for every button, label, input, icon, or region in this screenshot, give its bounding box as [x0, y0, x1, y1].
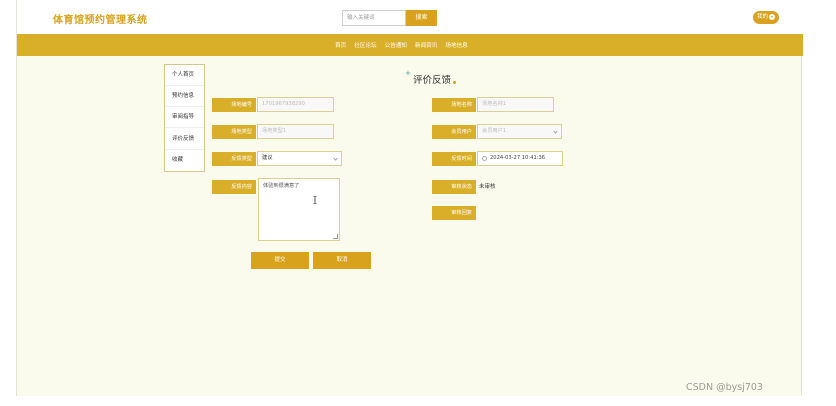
top-bar: 体育馆预约管理系统 搜索 我的 — [17, 0, 803, 34]
feedback-type-label: 反馈类型 — [212, 152, 256, 166]
submit-button[interactable]: 提交 — [251, 252, 309, 269]
member-account-placeholder: 会员用户1 — [482, 128, 507, 134]
venue-type-label: 场地类型 — [212, 125, 256, 139]
feedback-type-value: 建议 — [262, 155, 273, 161]
nav-item-home[interactable]: 首页 — [335, 41, 346, 49]
nav-item-forum[interactable]: 社区论坛 — [354, 41, 376, 49]
sidebar-item-reservations[interactable]: 预约信息 — [165, 86, 204, 107]
feedback-content-value: 体验到很满意了 — [263, 183, 300, 189]
chevron-down-icon — [553, 129, 558, 134]
sidebar-item-feedback[interactable]: 评价反馈 — [165, 129, 204, 150]
user-menu-label: 我的 — [757, 14, 769, 20]
clock-icon — [482, 156, 487, 161]
chevron-down-icon — [333, 156, 338, 161]
venue-number-label: 场地编号 — [212, 98, 256, 112]
chevron-down-icon — [769, 14, 775, 20]
title-dot — [453, 81, 456, 84]
nav-item-venues[interactable]: 场地信息 — [445, 41, 467, 49]
venue-name-label: 场地名称 — [432, 98, 476, 112]
cancel-button[interactable]: 取消 — [313, 252, 371, 269]
sidebar-menu: 个人首页 预约信息 审阅指导 评价反馈 收藏 — [164, 64, 205, 172]
member-account-select[interactable]: 会员用户1 — [477, 124, 562, 139]
user-menu-button[interactable]: 我的 — [753, 11, 779, 24]
sidebar-item-guidance[interactable]: 审阅指导 — [165, 107, 204, 128]
feedback-content-label: 反馈内容 — [212, 180, 256, 194]
search-button[interactable]: 搜索 — [406, 10, 437, 26]
venue-number-field[interactable]: 1701967938290 — [257, 97, 334, 112]
review-status-label: 审核状态 — [432, 180, 476, 194]
feedback-time-label: 反馈时间 — [432, 152, 476, 166]
search-bar: 搜索 — [342, 10, 437, 26]
sidebar-item-favorites[interactable]: 收藏 — [165, 150, 204, 171]
venue-type-field[interactable]: 场地类型1 — [257, 124, 334, 139]
review-reply-label: 审核回复 — [432, 206, 476, 220]
search-input[interactable] — [342, 10, 406, 26]
venue-name-field[interactable]: 场地名称1 — [477, 97, 554, 112]
feedback-time-field[interactable]: 2024-03-27 10:41:36 — [477, 151, 563, 166]
form-title: 评价反馈 — [413, 75, 452, 86]
nav-item-news[interactable]: 新闻资讯 — [415, 41, 437, 49]
sparkle-icon — [405, 70, 411, 76]
feedback-content-textarea[interactable]: 体验到很满意了 — [258, 178, 340, 241]
feedback-time-value: 2024-03-27 10:41:36 — [490, 155, 546, 161]
sidebar-item-profile[interactable]: 个人首页 — [165, 65, 204, 86]
feedback-type-select[interactable]: 建议 — [257, 151, 342, 166]
resize-handle-icon[interactable] — [333, 234, 338, 239]
site-title[interactable]: 体育馆预约管理系统 — [53, 11, 148, 26]
main-nav: 首页 社区论坛 公告通知 新闻资讯 场地信息 — [17, 34, 803, 56]
app-frame: 体育馆预约管理系统 搜索 我的 首页 社区论坛 公告通知 新闻资讯 场地信息 个… — [16, 0, 803, 396]
text-cursor-icon — [313, 196, 317, 204]
review-status-value: 未审核 — [479, 184, 496, 190]
page: 体育馆预约管理系统 搜索 我的 首页 社区论坛 公告通知 新闻资讯 场地信息 个… — [0, 0, 836, 406]
nav-item-notices[interactable]: 公告通知 — [385, 41, 407, 49]
member-account-label: 会员用户 — [432, 125, 476, 139]
watermark: CSDN @bysj703 — [686, 382, 763, 393]
moon-logo-icon — [37, 11, 43, 23]
